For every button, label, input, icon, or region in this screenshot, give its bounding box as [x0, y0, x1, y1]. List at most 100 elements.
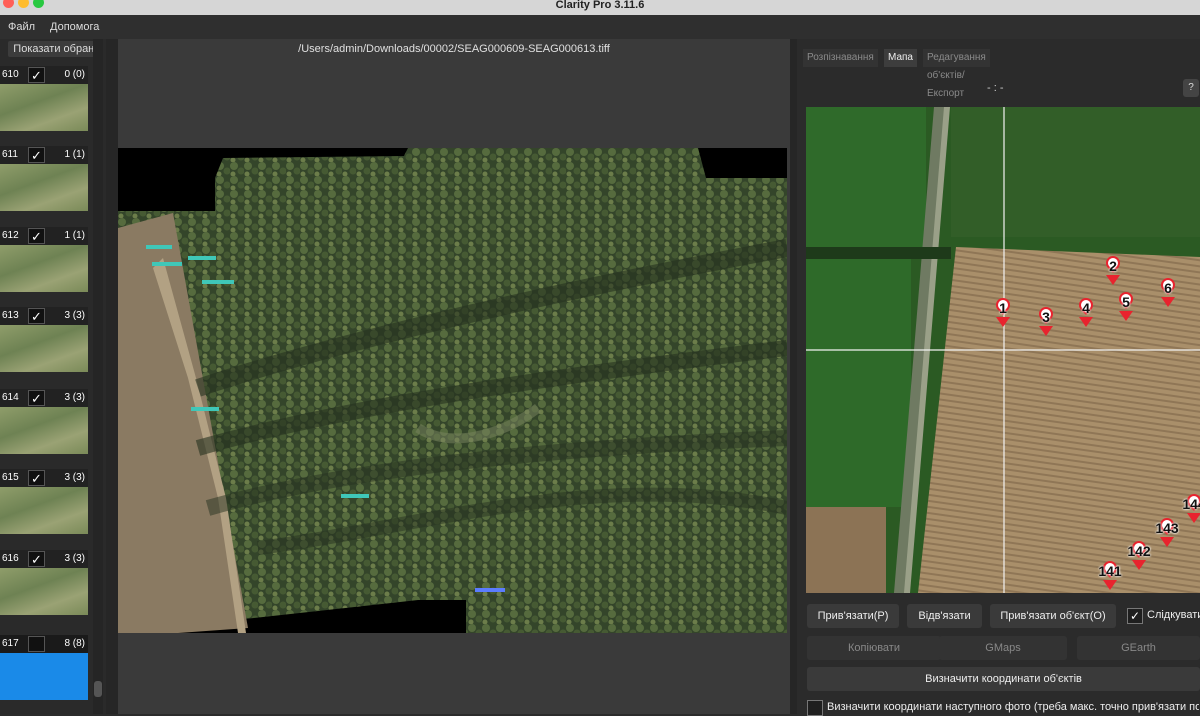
thumbnail-image[interactable]	[0, 325, 88, 372]
thumbnail-id: 615	[2, 472, 19, 483]
tab-edit-export[interactable]: Редагування об'єктів/Експорт	[923, 49, 990, 99]
detection-box[interactable]	[341, 494, 369, 498]
marker-number: 3	[1042, 309, 1050, 325]
follow-label: Слідкувати	[1147, 609, 1200, 621]
thumbnail-checkbox[interactable]: ✓	[28, 67, 45, 83]
marker-number: 144	[1182, 496, 1200, 512]
thumbnail-item[interactable]: 611 ✓ 1 (1)	[0, 146, 88, 211]
marker-number: 141	[1098, 563, 1122, 579]
thumbnail-count: 1 (1)	[64, 230, 85, 241]
thumbnail-id: 614	[2, 392, 19, 403]
thumbnail-header: 614 ✓ 3 (3)	[0, 389, 88, 407]
bind-object-button[interactable]: Прив'язати об'єкт(O)	[990, 604, 1116, 628]
map-marker[interactable]: 2	[1099, 253, 1127, 289]
thumbnail-checkbox[interactable]	[28, 636, 45, 652]
thumbnail-image[interactable]	[0, 568, 88, 615]
minimize-window-button[interactable]	[18, 0, 29, 8]
thumbnail-id: 616	[2, 553, 19, 564]
thumbnail-id: 611	[2, 149, 18, 160]
thumbnail-item[interactable]: 612 ✓ 1 (1)	[0, 227, 88, 292]
marker-tip	[1119, 311, 1133, 321]
thumbnail-checkbox[interactable]: ✓	[28, 308, 45, 324]
menu-bar: Файл Допомога	[0, 15, 1200, 39]
thumbnail-header: 617 8 (8)	[0, 635, 88, 653]
thumbnail-image[interactable]	[0, 653, 88, 700]
thumbnail-item[interactable]: 615 ✓ 3 (3)	[0, 469, 88, 534]
thumbnail-count: 3 (3)	[64, 310, 85, 321]
tab-recognition[interactable]: Розпізнавання	[803, 49, 878, 67]
unbind-button[interactable]: Відв'язати	[907, 604, 982, 628]
thumbnail-image[interactable]	[0, 407, 88, 454]
image-panel: /Users/admin/Downloads/00002/SEAG000609-…	[118, 39, 790, 714]
determine-coordinates-button[interactable]: Визначити координати об'єктів	[807, 667, 1200, 691]
gearth-button[interactable]: GEarth	[1077, 636, 1200, 660]
map-marker[interactable]: 5	[1112, 289, 1140, 325]
thumbnail-item[interactable]: 613 ✓ 3 (3)	[0, 307, 88, 372]
coordinate-readout: - : -	[987, 82, 1004, 94]
thumbnail-checkbox[interactable]: ✓	[28, 470, 45, 486]
image-canvas[interactable]	[118, 148, 787, 633]
thumbnail-header: 610 ✓ 0 (0)	[0, 66, 88, 84]
map-marker[interactable]: 1	[989, 295, 1017, 331]
thumbnail-header: 615 ✓ 3 (3)	[0, 469, 88, 487]
thumbnail-item[interactable]: 617 8 (8)	[0, 635, 88, 700]
map-marker[interactable]: 4	[1072, 295, 1100, 331]
zoom-window-button[interactable]	[33, 0, 44, 8]
thumbnail-checkbox[interactable]: ✓	[28, 228, 45, 244]
marker-tip	[1039, 326, 1053, 336]
thumbnail-scrollbar[interactable]	[93, 39, 103, 714]
detection-box[interactable]	[152, 262, 182, 266]
thumbnail-id: 613	[2, 310, 19, 321]
thumbnail-item[interactable]: 610 ✓ 0 (0)	[0, 66, 88, 131]
thumbnail-item[interactable]: 614 ✓ 3 (3)	[0, 389, 88, 454]
thumbnail-checkbox[interactable]: ✓	[28, 551, 45, 567]
follow-checkbox[interactable]: ✓	[1127, 608, 1143, 624]
close-window-button[interactable]	[3, 0, 14, 8]
map-marker[interactable]: 143	[1153, 515, 1181, 551]
thumbnail-panel: Показати обрані 610 ✓ 0 (0) 611 ✓ 1 (1) 612 ✓ 1 …	[0, 39, 106, 714]
map-marker[interactable]: 3	[1032, 304, 1060, 340]
thumbnail-count: 3 (3)	[64, 472, 85, 483]
menu-help[interactable]: Допомога	[50, 21, 99, 33]
detection-box[interactable]	[191, 407, 219, 411]
tab-map[interactable]: Мапа	[884, 49, 917, 67]
map-marker[interactable]: 6	[1154, 275, 1182, 311]
right-splitter[interactable]	[790, 39, 797, 714]
copy-button[interactable]: Копіювати	[807, 636, 941, 660]
thumbnail-header: 613 ✓ 3 (3)	[0, 307, 88, 325]
marker-number: 6	[1164, 280, 1172, 296]
orthophoto-image	[118, 148, 787, 633]
detection-box[interactable]	[188, 256, 216, 260]
image-path: /Users/admin/Downloads/00002/SEAG000609-…	[298, 43, 610, 55]
detection-box[interactable]	[146, 245, 172, 249]
map-marker[interactable]: 144	[1180, 491, 1200, 527]
thumbnail-checkbox[interactable]: ✓	[28, 390, 45, 406]
map-marker[interactable]: 142	[1125, 538, 1153, 574]
marker-number: 5	[1122, 294, 1130, 310]
scrollbar-handle[interactable]	[94, 681, 102, 697]
thumbnail-id: 610	[2, 69, 19, 80]
map-marker[interactable]: 141	[1096, 558, 1124, 593]
thumbnail-id: 612	[2, 230, 19, 241]
marker-tip	[996, 317, 1010, 327]
gmaps-button[interactable]: GMaps	[939, 636, 1067, 660]
thumbnail-count: 3 (3)	[64, 553, 85, 564]
map-imagery	[806, 107, 1200, 593]
detection-box[interactable]	[475, 588, 505, 592]
thumbnail-image[interactable]	[0, 84, 88, 131]
marker-tip	[1161, 297, 1175, 307]
bind-button[interactable]: Прив'язати(P)	[807, 604, 899, 628]
thumbnail-image[interactable]	[0, 164, 88, 211]
thumbnail-checkbox[interactable]: ✓	[28, 147, 45, 163]
left-splitter[interactable]	[106, 39, 118, 714]
next-photo-label: Визначити координати наступного фото (тр…	[827, 701, 1199, 713]
thumbnail-id: 617	[2, 638, 19, 649]
thumbnail-image[interactable]	[0, 245, 88, 292]
thumbnail-image[interactable]	[0, 487, 88, 534]
menu-file[interactable]: Файл	[8, 21, 35, 33]
satellite-map[interactable]: 1 2 3 4 5 6 141142143144	[806, 107, 1200, 593]
help-button[interactable]: ?	[1183, 79, 1199, 97]
thumbnail-item[interactable]: 616 ✓ 3 (3)	[0, 550, 88, 615]
show-selected-button[interactable]: Показати обрані	[8, 41, 102, 57]
detection-box[interactable]	[202, 280, 234, 284]
